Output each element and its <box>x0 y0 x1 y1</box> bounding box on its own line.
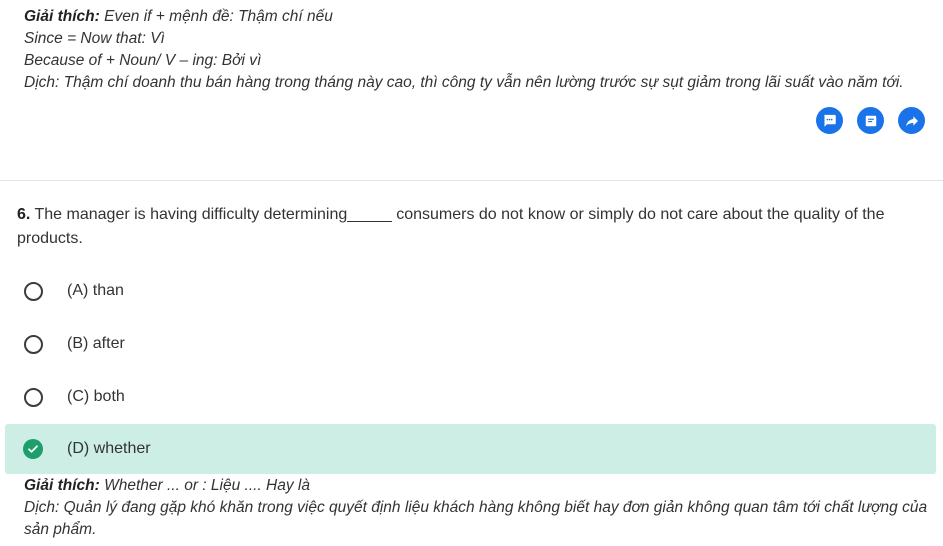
answer-explanation-line: Giải thích: Whether ... or : Liệu .... H… <box>24 475 929 497</box>
share-button[interactable] <box>898 107 925 134</box>
section-divider <box>0 180 943 181</box>
explanation-label: Giải thích: <box>24 8 100 25</box>
previous-explanation-line-3: Because of + Noun/ V – ing: Bởi vì <box>24 52 262 69</box>
option-label: (A) than <box>67 282 124 299</box>
share-icon <box>905 115 918 126</box>
note-icon <box>865 115 876 126</box>
option-c[interactable]: (C) both <box>5 372 936 422</box>
option-d[interactable]: (D) whether <box>5 424 936 474</box>
previous-explanation-line-2: Since = Now that: Vì <box>24 30 165 47</box>
explanation-text: Even if + mệnh đề: Thậm chí nếu <box>99 8 333 25</box>
option-label: (B) after <box>67 335 125 352</box>
answer-explanation: Giải thích: Whether ... or : Liệu .... H… <box>24 475 929 541</box>
question-body: The manager is having difficulty determi… <box>17 206 885 247</box>
previous-translation: Dịch: Thậm chí doanh thu bán hàng trong … <box>24 74 904 91</box>
radio-icon[interactable] <box>24 334 43 354</box>
radio-icon[interactable] <box>24 387 43 407</box>
comment-button[interactable] <box>816 107 843 134</box>
radio-icon[interactable] <box>24 281 43 301</box>
option-label: (D) whether <box>67 440 151 457</box>
option-b[interactable]: (B) after <box>5 319 936 369</box>
option-label: (C) both <box>67 388 125 405</box>
previous-explanation-line-1: Giải thích: Even if + mệnh đề: Thậm chí … <box>24 6 924 28</box>
option-a[interactable]: (A) than <box>5 266 936 316</box>
question-number: 6. <box>17 206 31 223</box>
explanation-text: Whether ... or : Liệu .... Hay là <box>99 477 310 494</box>
check-circle-icon[interactable] <box>23 439 43 459</box>
question-text: 6. The manager is having difficulty dete… <box>17 203 929 251</box>
explanation-label: Giải thích: <box>24 477 100 494</box>
answer-translation: Dịch: Quản lý đang gặp khó khăn trong vi… <box>24 499 928 538</box>
action-buttons <box>816 107 925 134</box>
note-button[interactable] <box>857 107 884 134</box>
previous-explanation: Giải thích: Even if + mệnh đề: Thậm chí … <box>24 6 924 94</box>
comment-icon <box>824 114 836 127</box>
